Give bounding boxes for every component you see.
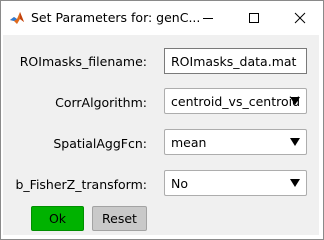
corr-algorithm-dropdown[interactable]: centroid_vs_centroid — [164, 88, 307, 114]
minimize-button[interactable] — [185, 1, 231, 35]
spatial-agg-fcn-dropdown[interactable]: mean — [164, 129, 307, 155]
roimasks-filename-label: ROImasks_filename: — [19, 54, 147, 69]
fisherz-transform-value: No — [171, 176, 188, 191]
chevron-down-icon — [290, 138, 300, 146]
window-title: Set Parameters for: genC... — [31, 10, 201, 25]
close-icon — [294, 12, 306, 24]
roimasks-filename-input[interactable]: ROImasks_data.mat — [164, 48, 307, 74]
corr-algorithm-label: CorrAlgorithm: — [55, 95, 147, 110]
maximize-button[interactable] — [231, 1, 277, 35]
maximize-icon — [249, 13, 259, 23]
reset-button[interactable]: Reset — [92, 206, 147, 231]
parameters-panel: ROImasks_filename: ROImasks_data.mat Cor… — [3, 35, 319, 235]
matlab-icon — [10, 12, 24, 24]
corr-algorithm-value: centroid_vs_centroid — [171, 94, 300, 109]
chevron-down-icon — [290, 179, 300, 187]
spatial-agg-fcn-label: SpatialAggFcn: — [53, 136, 147, 151]
chevron-down-icon — [290, 97, 300, 105]
ok-button[interactable]: Ok — [31, 206, 84, 231]
fisherz-transform-dropdown[interactable]: No — [164, 170, 307, 196]
spatial-agg-fcn-value: mean — [171, 135, 207, 150]
fisherz-transform-label: b_FisherZ_transform: — [15, 177, 147, 192]
dialog-window: Set Parameters for: genC... ROImasks_fil… — [0, 0, 324, 240]
close-button[interactable] — [277, 1, 323, 35]
minimize-icon — [203, 18, 213, 19]
title-bar[interactable]: Set Parameters for: genC... — [1, 1, 323, 35]
